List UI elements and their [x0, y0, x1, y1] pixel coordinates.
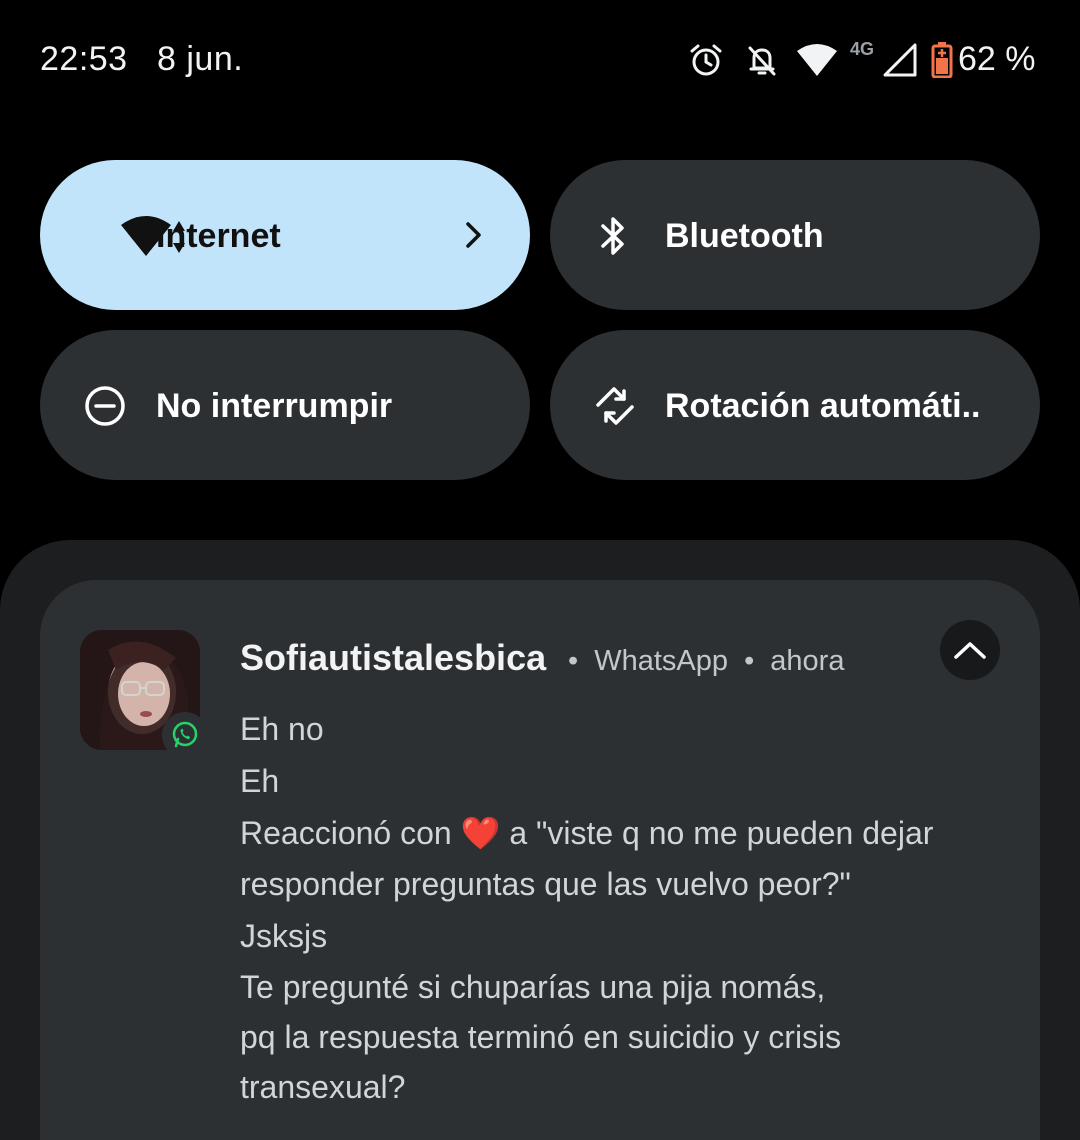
reaction-prefix: Reaccionó con: [240, 815, 461, 851]
message-line: Eh no: [240, 711, 324, 747]
battery-percentage: 62 %: [958, 40, 1036, 78]
do-not-disturb-icon: [84, 385, 126, 427]
collapse-button[interactable]: [940, 620, 1000, 680]
status-time: 22:53: [40, 40, 128, 78]
message-line: transexual?: [240, 1069, 406, 1105]
status-date: 8 jun.: [157, 40, 244, 78]
message-line: Jsksjs: [240, 918, 328, 954]
message-line: Reaccionó con ❤️ a "viste q no me pueden…: [240, 817, 933, 849]
status-bar: 22:53 8 jun. 4G 62 %: [0, 0, 1080, 120]
tile-bluetooth-label: Bluetooth: [665, 217, 824, 255]
meta-separator: •: [744, 645, 755, 677]
bluetooth-icon: [598, 215, 628, 257]
cellular-signal-icon: [882, 40, 918, 80]
wifi-icon: [796, 40, 838, 80]
chevron-up-icon: [954, 642, 986, 659]
notification-app-name: WhatsApp: [594, 645, 729, 677]
tile-do-not-disturb[interactable]: No interrumpir: [40, 330, 530, 480]
notification-meta: • WhatsApp • ahora: [568, 645, 844, 678]
reaction-suffix: a "viste q no me pueden dejar: [500, 815, 934, 851]
message-line: responder preguntas que las vuelvo peor?…: [240, 866, 851, 902]
tile-bluetooth[interactable]: Bluetooth: [550, 160, 1040, 310]
chevron-right-icon: [462, 220, 486, 250]
auto-rotate-icon: [594, 385, 636, 427]
alarm-icon: [686, 40, 726, 80]
notifications-off-icon: [742, 40, 782, 80]
whatsapp-icon: [162, 712, 208, 758]
tile-auto-rotate[interactable]: Rotación automáti..: [550, 330, 1040, 480]
meta-separator: •: [568, 645, 579, 677]
notification-sender: Sofiautistalesbica: [240, 637, 547, 678]
tile-auto-rotate-label: Rotación automáti..: [665, 387, 981, 425]
message-line: Eh: [240, 763, 280, 799]
message-line: Te pregunté si chuparías una pija nomás,: [240, 969, 826, 1005]
notification-time: ahora: [770, 645, 845, 677]
tile-internet[interactable]: Internet: [40, 160, 530, 310]
heart-emoji: ❤️: [460, 815, 501, 851]
message-line: pq la respuesta terminó en suicidio y cr…: [240, 1019, 842, 1055]
tile-do-not-disturb-label: No interrumpir: [156, 387, 393, 425]
tile-internet-label: Internet: [156, 217, 281, 255]
network-type: 4G: [849, 38, 874, 59]
battery-saver-icon: [930, 40, 954, 80]
